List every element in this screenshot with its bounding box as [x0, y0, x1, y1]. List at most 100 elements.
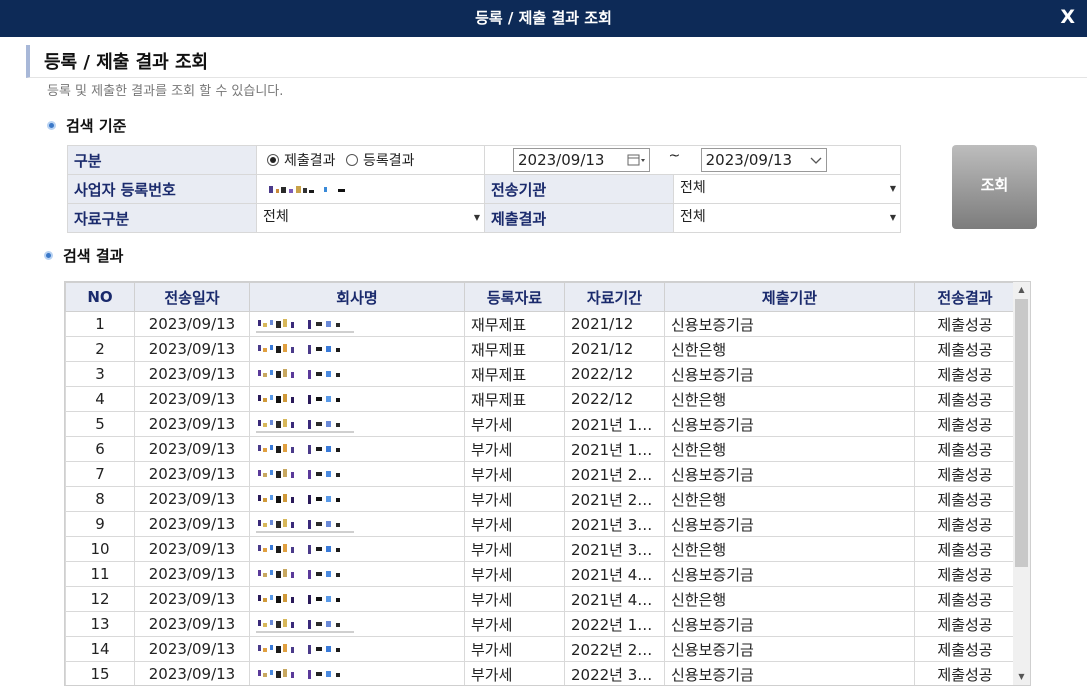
criteria-section-label: 검색 기준 [66, 117, 127, 135]
dropdown-arrow-icon[interactable]: ▼ [474, 204, 480, 231]
date-from-input[interactable]: 2023/09/13 [513, 148, 650, 172]
row-result: 제출성공 [914, 411, 1016, 437]
row-date: 2023/09/13 [134, 536, 250, 562]
row-org: 신한은행 [664, 386, 915, 412]
row-result: 제출성공 [914, 486, 1016, 512]
results-grid[interactable]: NO 전송일자 회사명 등록자료 자료기간 제출기관 전송결과 1 2023/09/13 재무제… [64, 281, 1031, 686]
row-data-type: 재무제표 [464, 311, 565, 337]
table-row[interactable]: 11 2023/09/13 부가세 2021년 4… 신용보증기금 제출성공 [65, 561, 1016, 587]
redacted-company-image [258, 443, 340, 454]
window-titlebar: 등록 / 제출 결과 조회 X [0, 0, 1087, 37]
row-data-type: 부가세 [464, 461, 565, 487]
table-row[interactable]: 5 2023/09/13 부가세 2021년 1… 신용보증기금 제출성공 [65, 411, 1016, 437]
row-data-type: 부가세 [464, 411, 565, 437]
column-header[interactable]: NO [65, 282, 135, 312]
row-date: 2023/09/13 [134, 336, 250, 362]
row-company [249, 411, 465, 437]
table-row[interactable]: 1 2023/09/13 재무제표 2021/12 신용보증기금 제출성공 [65, 311, 1016, 337]
column-header[interactable]: 등록자료 [464, 282, 565, 312]
row-data-type: 부가세 [464, 561, 565, 587]
results-table: NO 전송일자 회사명 등록자료 자료기간 제출기관 전송결과 1 2023/09/13 재무제… [65, 282, 1016, 685]
table-row[interactable]: 10 2023/09/13 부가세 2021년 3… 신한은행 제출성공 [65, 536, 1016, 562]
row-date: 2023/09/13 [134, 411, 250, 437]
row-result: 제출성공 [914, 536, 1016, 562]
search-button[interactable]: 조회 [952, 145, 1037, 229]
row-company [249, 311, 465, 337]
result-select[interactable]: 전체 ▼ [672, 203, 902, 233]
type-radio-group: 제출결과 등록결과 [256, 145, 485, 175]
row-result: 제출성공 [914, 586, 1016, 612]
redacted-company-image [258, 343, 340, 354]
redacted-company-image [256, 618, 354, 633]
date-range-cell: 2023/09/13 ~ 2023/09/13 [483, 145, 902, 175]
scroll-down-icon[interactable]: ▼ [1013, 669, 1030, 685]
row-no: 9 [65, 511, 135, 537]
row-no: 8 [65, 486, 135, 512]
table-row[interactable]: 9 2023/09/13 부가세 2021년 3… 신용보증기금 제출성공 [65, 511, 1016, 537]
calendar-icon[interactable] [626, 149, 646, 179]
row-period: 2021/12 [564, 311, 665, 337]
row-no: 3 [65, 361, 135, 387]
row-period: 2021년 3… [564, 536, 665, 562]
row-no: 11 [65, 561, 135, 587]
row-period: 2021년 4… [564, 561, 665, 587]
table-row[interactable]: 12 2023/09/13 부가세 2021년 4… 신한은행 제출성공 [65, 586, 1016, 612]
row-data-type: 부가세 [464, 611, 565, 637]
row-data-type: 부가세 [464, 536, 565, 562]
table-row[interactable]: 4 2023/09/13 재무제표 2022/12 신한은행 제출성공 [65, 386, 1016, 412]
bullet-icon [47, 121, 56, 130]
row-date: 2023/09/13 [134, 561, 250, 587]
radio-register-icon[interactable] [345, 154, 358, 166]
table-row[interactable]: 15 2023/09/13 부가세 2022년 3… 신용보증기금 제출성공 [65, 661, 1016, 685]
row-company [249, 386, 465, 412]
table-row[interactable]: 2 2023/09/13 재무제표 2021/12 신한은행 제출성공 [65, 336, 1016, 362]
row-no: 6 [65, 436, 135, 462]
radio-register-option[interactable]: 등록결과 [345, 153, 415, 169]
row-org: 신한은행 [664, 486, 915, 512]
row-no: 1 [65, 311, 135, 337]
row-data-type: 부가세 [464, 511, 565, 537]
row-date: 2023/09/13 [134, 511, 250, 537]
redacted-bizno-image [269, 186, 345, 193]
date-to-value: 2023/09/13 [705, 151, 793, 169]
date-to-input[interactable]: 2023/09/13 [700, 148, 827, 172]
row-result: 제출성공 [914, 561, 1016, 587]
table-row[interactable]: 13 2023/09/13 부가세 2022년 1… 신용보증기금 제출성공 [65, 611, 1016, 637]
close-button[interactable]: X [1060, 4, 1075, 30]
row-org: 신용보증기금 [664, 511, 915, 537]
row-no: 5 [65, 411, 135, 437]
scrollbar-thumb[interactable] [1015, 299, 1028, 567]
row-result: 제출성공 [914, 511, 1016, 537]
table-row[interactable]: 14 2023/09/13 부가세 2022년 2… 신용보증기금 제출성공 [65, 636, 1016, 662]
column-header[interactable]: 전송결과 [914, 282, 1016, 312]
column-header[interactable]: 제출기관 [664, 282, 915, 312]
redacted-company-image [258, 468, 340, 479]
datatype-select[interactable]: 전체 ▼ [256, 203, 485, 233]
row-company [249, 461, 465, 487]
column-header[interactable]: 자료기간 [564, 282, 665, 312]
column-header[interactable]: 전송일자 [134, 282, 250, 312]
row-org: 신한은행 [664, 536, 915, 562]
date-separator: ~ [668, 148, 681, 164]
table-row[interactable]: 8 2023/09/13 부가세 2021년 2… 신한은행 제출성공 [65, 486, 1016, 512]
row-date: 2023/09/13 [134, 436, 250, 462]
table-row[interactable]: 7 2023/09/13 부가세 2021년 2… 신용보증기금 제출성공 [65, 461, 1016, 487]
row-org: 신용보증기금 [664, 661, 915, 685]
row-data-type: 부가세 [464, 661, 565, 685]
bullet-icon [44, 251, 53, 260]
agency-select[interactable]: 전체 ▼ [672, 174, 902, 204]
radio-submit-icon[interactable] [267, 154, 279, 166]
results-scrollbar[interactable]: ▲ ▼ [1013, 282, 1030, 685]
column-header[interactable]: 회사명 [249, 282, 465, 312]
table-row[interactable]: 3 2023/09/13 재무제표 2022/12 신용보증기금 제출성공 [65, 361, 1016, 387]
radio-submit-option[interactable]: 제출결과 [267, 153, 340, 169]
dropdown-arrow-icon[interactable]: ▼ [890, 204, 896, 231]
scroll-up-icon[interactable]: ▲ [1013, 282, 1030, 298]
table-row[interactable]: 6 2023/09/13 부가세 2021년 1… 신한은행 제출성공 [65, 436, 1016, 462]
page-header: 등록 / 제출 결과 조회 [26, 45, 1087, 78]
row-company [249, 536, 465, 562]
row-result: 제출성공 [914, 661, 1016, 685]
row-date: 2023/09/13 [134, 661, 250, 685]
dropdown-arrow-icon[interactable]: ▼ [890, 175, 896, 202]
row-company [249, 586, 465, 612]
